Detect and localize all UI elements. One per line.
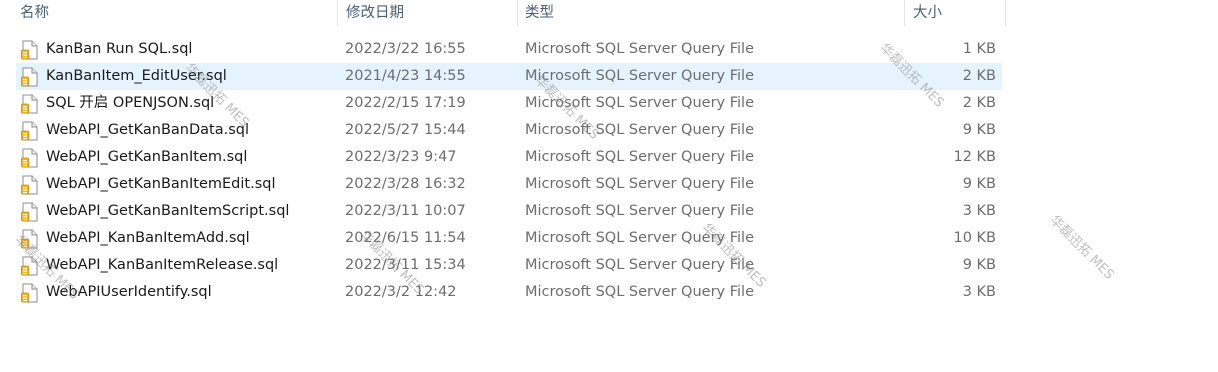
file-row[interactable]: WebAPI_GetKanBanItemEdit.sql 2022/3/28 16… bbox=[0, 171, 1006, 198]
sql-file-icon bbox=[21, 40, 39, 60]
file-type: Microsoft SQL Server Query File bbox=[525, 122, 754, 138]
file-type: Microsoft SQL Server Query File bbox=[525, 203, 754, 219]
file-date: 2022/2/15 17:19 bbox=[345, 95, 466, 111]
file-name[interactable]: WebAPI_KanBanItemAdd.sql bbox=[46, 225, 250, 252]
file-type: Microsoft SQL Server Query File bbox=[525, 284, 754, 300]
sql-file-icon bbox=[21, 175, 39, 195]
file-name[interactable]: SQL 开启 OPENJSON.sql bbox=[46, 90, 214, 117]
column-header-date[interactable]: 修改日期 bbox=[338, 0, 518, 28]
column-header-date-label: 修改日期 bbox=[346, 5, 404, 21]
file-row[interactable]: KanBan Run SQL.sql 2022/3/22 16:55 Microso… bbox=[0, 36, 1006, 63]
file-size: 3 KB bbox=[962, 203, 996, 219]
file-name[interactable]: WebAPI_GetKanBanItem.sql bbox=[46, 144, 247, 171]
column-header-type[interactable]: 类型 bbox=[518, 0, 905, 28]
file-row[interactable]: WebAPI_KanBanItemRelease.sql 2022/3/11 15… bbox=[0, 252, 1006, 279]
column-header-size[interactable]: 大小 bbox=[905, 0, 1006, 28]
file-row[interactable]: WebAPI_GetKanBanItem.sql 2022/3/23 9:47 Mi… bbox=[0, 144, 1006, 171]
file-type: Microsoft SQL Server Query File bbox=[525, 149, 754, 165]
column-header-name[interactable]: 名称 bbox=[0, 0, 338, 28]
file-row[interactable]: WebAPI_GetKanBanData.sql 2022/5/27 15:44 M… bbox=[0, 117, 1006, 144]
file-type: Microsoft SQL Server Query File bbox=[525, 41, 754, 57]
column-header-type-label: 类型 bbox=[525, 5, 554, 21]
watermark-text: 华磊迅拓 MES bbox=[1046, 212, 1117, 283]
file-row[interactable]: WebAPI_GetKanBanItemScript.sql 2022/3/11 … bbox=[0, 198, 1006, 225]
file-size: 9 KB bbox=[962, 122, 996, 138]
sql-file-icon bbox=[21, 94, 39, 114]
file-name[interactable]: WebAPI_GetKanBanData.sql bbox=[46, 117, 249, 144]
file-list: KanBan Run SQL.sql 2022/3/22 16:55 Microso… bbox=[0, 36, 1006, 306]
file-name[interactable]: WebAPI_KanBanItemRelease.sql bbox=[46, 252, 278, 279]
file-date: 2022/5/27 15:44 bbox=[345, 122, 466, 138]
sql-file-icon bbox=[21, 67, 39, 87]
sql-file-icon bbox=[21, 121, 39, 141]
file-name[interactable]: WebAPI_GetKanBanItemScript.sql bbox=[46, 198, 289, 225]
file-date: 2022/3/11 10:07 bbox=[345, 203, 466, 219]
file-type: Microsoft SQL Server Query File bbox=[525, 257, 754, 273]
file-size: 2 KB bbox=[962, 95, 996, 111]
file-date: 2022/3/23 9:47 bbox=[345, 149, 457, 165]
file-row[interactable]: WebAPIUserIdentify.sql 2022/3/2 12:42 Micr… bbox=[0, 279, 1006, 306]
column-header: 名称 修改日期 类型 大小 bbox=[0, 0, 1006, 28]
column-header-size-label: 大小 bbox=[913, 5, 942, 21]
file-size: 10 KB bbox=[953, 230, 996, 246]
file-name[interactable]: WebAPI_GetKanBanItemEdit.sql bbox=[46, 171, 275, 198]
file-date: 2022/3/28 16:32 bbox=[345, 176, 466, 192]
file-row[interactable]: SQL 开启 OPENJSON.sql 2022/2/15 17:19 Micros… bbox=[0, 90, 1006, 117]
file-row[interactable]: KanBanItem_EditUser.sql 2021/4/23 14:55 Mi… bbox=[0, 63, 1006, 90]
file-size: 9 KB bbox=[962, 176, 996, 192]
file-name[interactable]: KanBan Run SQL.sql bbox=[46, 36, 192, 63]
file-size: 9 KB bbox=[962, 257, 996, 273]
file-date: 2021/4/23 14:55 bbox=[345, 68, 466, 84]
column-header-name-label: 名称 bbox=[20, 5, 49, 21]
sql-file-icon bbox=[21, 283, 39, 303]
file-date: 2022/3/22 16:55 bbox=[345, 41, 466, 57]
file-row[interactable]: WebAPI_KanBanItemAdd.sql 2022/6/15 11:54 M… bbox=[0, 225, 1006, 252]
file-size: 12 KB bbox=[953, 149, 996, 165]
file-size: 3 KB bbox=[962, 284, 996, 300]
sql-file-icon bbox=[21, 202, 39, 222]
sql-file-icon bbox=[21, 148, 39, 168]
file-type: Microsoft SQL Server Query File bbox=[525, 176, 754, 192]
column-divider[interactable] bbox=[1005, 0, 1006, 26]
file-size: 1 KB bbox=[962, 41, 996, 57]
